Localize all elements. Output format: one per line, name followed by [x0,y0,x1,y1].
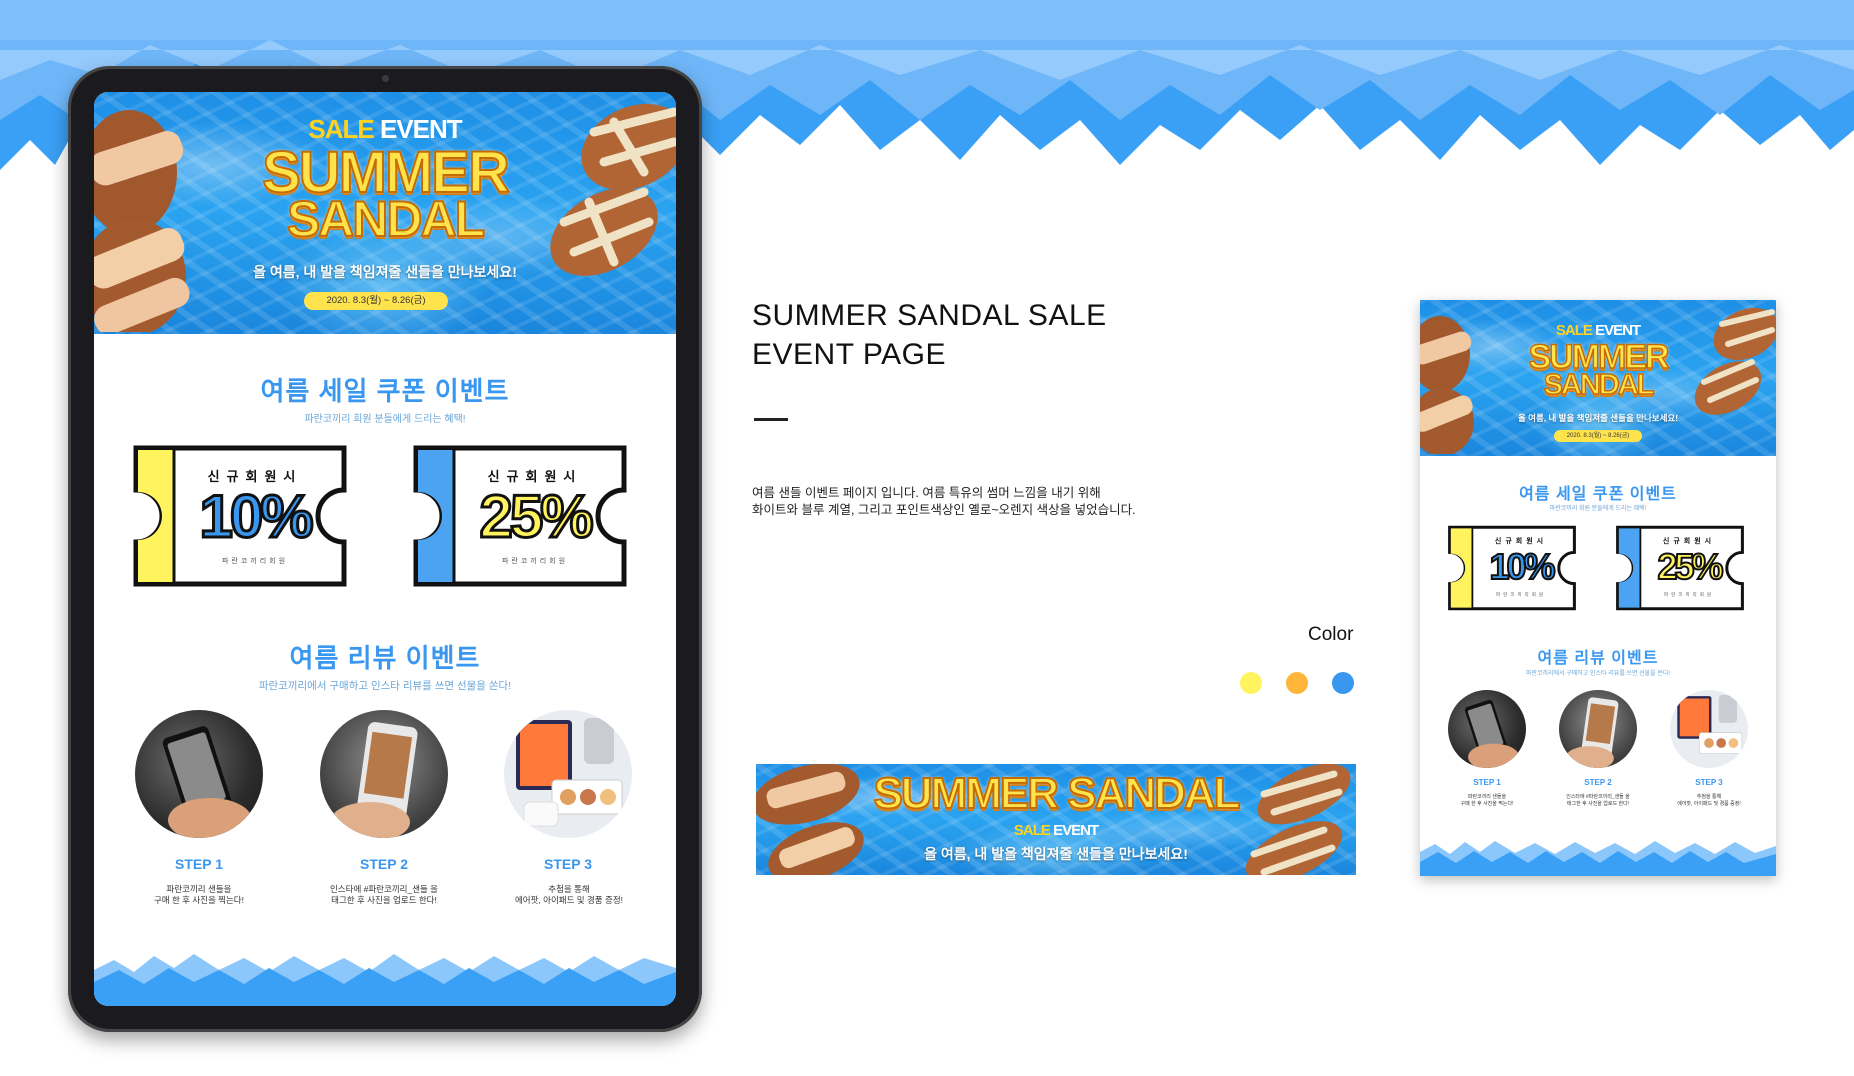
step-desc-line: 구매 한 후 사진을 찍는다! [153,895,244,906]
coupon-card[interactable]: 신규회원시 25% 파란코끼리회원 [1614,524,1746,612]
review-section-subtitle: 파란코끼리에서 구매하고 인스타 리뷰를 쓰면 선물을 쏜다! [258,680,512,692]
step-desc-line: 에어팟, 아이패드 및 경품 증정! [514,895,623,906]
sale-text: SALE [1013,822,1051,839]
info-title-line: SUMMER SANDAL SALE [752,299,1107,332]
step-desc-line: 인스타에 #파란코끼리_샌들 을 [1566,794,1630,800]
phone-upload-image [330,722,418,838]
step-desc-line: 파란코끼리 샌들을 [1467,794,1507,800]
coupon-footer: 파란코끼리회원 [1664,592,1714,597]
step-desc-line: 태그한 후 사진을 업로드 한다! [331,895,437,906]
coupon-card[interactable]: 신규회원시 10% 파란코끼리회원 [1446,524,1578,612]
sale-text: SALE [1555,322,1593,339]
coupon-top-text: 신규회원시 [1494,538,1548,545]
coupon-card[interactable]: 신규회원시 25% 파란코끼리회원 [410,444,630,588]
coupon-footer: 파란코끼리회원 [501,558,569,565]
prize-gifts-image [1677,694,1743,754]
hero-banner: SALE EVENT SUMMER SANDAL 올 여름, 내 발을 책임져줄… [94,92,676,334]
coupon-top-text: 신규회원시 [1662,538,1716,545]
mobile-preview: SALE EVENT SUMMER SANDAL 올 여름, 내 발을 책임져줄… [1420,300,1776,876]
orange-swatch [1286,672,1308,694]
coupon-footer: 파란코끼리회원 [1496,592,1546,597]
review-section-title: 여름 리뷰 이벤트 [289,643,481,673]
wide-banner: SUMMER SANDAL SALE EVENT 올 여름, 내 발을 책임져줄… [756,764,1356,875]
bottom-wave-decoration [1420,841,1776,876]
step3-label: STEP 3 [1695,778,1723,787]
banner-title: SUMMER SANDAL [872,769,1241,818]
step-desc-line: 파란코끼리 샌들을 [166,884,232,894]
event-text: EVENT [1053,822,1099,839]
info-title-line: EVENT PAGE [752,338,946,371]
hero-subtitle: 올 여름, 내 발을 책임져줄 샌들을 만나보세요! [253,264,517,280]
phone-upload-image [1565,697,1619,768]
coupon-card[interactable]: 신규회원시 10% 파란코끼리회원 [130,444,350,588]
step2-label: STEP 2 [1584,778,1612,787]
step2-description: 인스타에 #파란코끼리_샌들 을 태그한 후 사진을 업로드 한다! [290,884,478,907]
tablet-mockup: SALE EVENT SUMMER SANDAL 올 여름, 내 발을 책임져줄… [68,66,702,1032]
coupon-section-title: 여름 세일 쿠폰 이벤트 [1519,486,1677,503]
date-badge: 2020. 8.3(월) ~ 8.26(금) [1554,430,1642,442]
step-desc-line: 추첨을 통해 [1696,794,1722,800]
event-text: EVENT [1595,322,1641,339]
step3-description: 추첨을 통해 에어팟, 아이패드 및 경품 증정! [1654,794,1764,808]
step3-label: STEP 3 [544,856,592,872]
date-badge: 2020. 8.3(월) ~ 8.26(금) [304,292,448,310]
step-desc-line: 에어팟, 아이패드 및 경품 증정! [1677,800,1741,807]
step2-photo [1559,690,1637,768]
phone-hand-image [1464,699,1520,768]
coupon-footer: 파란코끼리회원 [221,558,289,565]
tablet-screen: SALE EVENT SUMMER SANDAL 올 여름, 내 발을 책임져줄… [94,92,676,1006]
coupon-value: 25% [1656,545,1724,588]
review-section-title: 여름 리뷰 이벤트 [1537,650,1659,667]
step1-description: 파란코끼리 샌들을 구매 한 후 사진을 찍는다! [1432,794,1542,808]
info-title: SUMMER SANDAL SALE EVENT PAGE [752,296,1107,374]
step1-description: 파란코끼리 샌들을 구매 한 후 사진을 찍는다! [110,884,288,907]
banner-subtitle: 올 여름, 내 발을 책임져줄 샌들을 만나보세요! [924,846,1188,862]
step1-photo [1448,690,1526,768]
step3-description: 추첨을 통해 에어팟, 아이패드 및 경품 증정! [480,884,658,907]
step2-label: STEP 2 [360,856,408,872]
coupon-value: 10% [198,482,315,552]
step-desc-line: 추첨을 통해 [548,884,590,894]
step-desc-line: 구매 한 후 사진을 찍는다! [1460,800,1514,807]
step-desc-line: 태그한 후 사진을 업로드 한다! [1566,800,1630,807]
divider [754,418,788,421]
hero-subtitle: 올 여름, 내 발을 책임져줄 샌들을 만나보세요! [1517,413,1679,423]
coupon-section-subtitle: 파란코끼리 회원 분들에게 드리는 혜택! [304,414,466,425]
info-description: 여름 샌들 이벤트 페이지 입니다. 여름 특유의 썸머 느낌을 내기 위해 화… [752,485,1136,519]
coupon-value: 25% [478,482,595,552]
blue-swatch [1332,672,1354,694]
bottom-wave-decoration [94,954,676,1006]
coupon-section-subtitle: 파란코끼리 회원 분들에게 드리는 혜택! [1549,506,1647,512]
coupon-section-title: 여름 세일 쿠폰 이벤트 [260,376,510,406]
hero-title-line2: SANDAL [286,191,486,247]
step1-label: STEP 1 [1473,778,1501,787]
review-section-subtitle: 파란코끼리에서 구매하고 인스타 리뷰를 쓰면 선물을 쏜다! [1525,671,1671,677]
coupon-value: 10% [1488,545,1556,588]
step3-photo [1670,690,1748,768]
camera-icon [382,75,389,82]
step-desc-line: 인스타에 #파란코끼리_샌들 을 [329,884,439,894]
step1-label: STEP 1 [175,856,223,872]
yellow-swatch [1240,672,1262,694]
step1-photo [135,710,263,838]
info-desc-line: 여름 샌들 이벤트 페이지 입니다. 여름 특유의 썸머 느낌을 내기 위해 [752,486,1101,500]
step3-photo [504,710,632,838]
mobile-hero-banner: SALE EVENT SUMMER SANDAL 올 여름, 내 발을 책임져줄… [1420,300,1776,456]
step2-description: 인스타에 #파란코끼리_샌들 을 태그한 후 사진을 업로드 한다! [1543,794,1653,808]
color-label: Color [1308,624,1354,645]
prize-gifts-image [516,718,623,827]
phone-hand-image [162,726,252,838]
hero-title-line2: SANDAL [1543,369,1655,401]
step2-photo [320,710,448,838]
info-desc-line: 화이트와 블루 계열, 그리고 포인트색상인 옐로~오렌지 색상을 넣었습니다. [752,503,1136,517]
